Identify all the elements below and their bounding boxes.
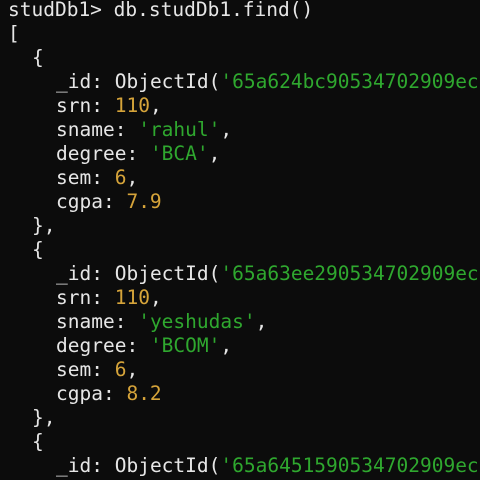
field-key: _id: [56,70,103,93]
field-line: srn: 110, [56,286,162,310]
field-key: srn: [56,286,103,309]
field-line: sname: 'rahul', [56,118,232,142]
field-value: 'yeshudas' [138,310,256,333]
field-sep: , [208,142,221,165]
id-line: _id: ObjectId('65a63ee290534702909ec [56,262,479,286]
field-value: 8.2 [126,382,162,405]
id-line: _id: ObjectId('65a624bc90534702909ec [56,70,479,94]
field-sep: , [126,166,139,189]
command-text: db.studDb1.find() [113,0,314,21]
field-value: 110 [114,94,150,117]
field-value: 110 [114,286,150,309]
field-line: sem: 6, [56,166,138,190]
field-sep: , [149,286,162,309]
field-sep: , [220,334,233,357]
field-value: 'BCA' [149,142,209,165]
terminal-window[interactable]: studDb1> db.studDb1.find() [ { _id: Obje… [0,0,480,480]
field-key: degree: [56,142,139,165]
doc-open-brace: { [32,430,44,453]
field-key: sname: [56,118,127,141]
doc-open-brace: { [32,46,44,69]
field-value: 'rahul' [138,118,221,141]
field-line: degree: 'BCOM', [56,334,232,358]
field-key: sname: [56,310,127,333]
objectid-value: '65a624bc90534702909ec [220,70,479,93]
shell-prompt: studDb1> [8,0,102,21]
objectid-call: ObjectId( [114,262,221,285]
field-key: degree: [56,334,139,357]
objectid-value: '65a63ee290534702909ec [220,262,479,285]
field-line: degree: 'BCA', [56,142,220,166]
field-key: _id: [56,454,103,477]
field-key: srn: [56,94,103,117]
objectid-value: '65a6451590534702909ec [220,454,479,477]
field-sep: , [220,118,233,141]
field-line: sem: 6, [56,358,138,382]
field-key: cgpa: [56,190,115,213]
doc-open-brace: { [32,238,44,261]
field-key: sem: [56,166,103,189]
field-value: 7.9 [126,190,162,213]
field-line: cgpa: 8.2 [56,382,162,406]
field-value: 6 [114,358,127,381]
doc-close-brace: }, [32,214,56,237]
doc-close-brace: }, [32,406,56,429]
field-sep: , [255,310,268,333]
command-line: studDb1> db.studDb1.find() [8,0,313,22]
objectid-call: ObjectId( [114,70,221,93]
field-key: _id: [56,262,103,285]
field-sep: , [149,94,162,117]
field-value: 'BCOM' [149,334,221,357]
field-key: cgpa: [56,382,115,405]
array-open-bracket: [ [8,22,20,45]
objectid-call: ObjectId( [114,454,221,477]
field-line: cgpa: 7.9 [56,190,162,214]
field-line: sname: 'yeshudas', [56,310,267,334]
field-key: sem: [56,358,103,381]
field-line: srn: 110, [56,94,162,118]
field-sep: , [126,358,139,381]
id-line: _id: ObjectId('65a6451590534702909ec [56,454,479,478]
field-value: 6 [114,166,127,189]
